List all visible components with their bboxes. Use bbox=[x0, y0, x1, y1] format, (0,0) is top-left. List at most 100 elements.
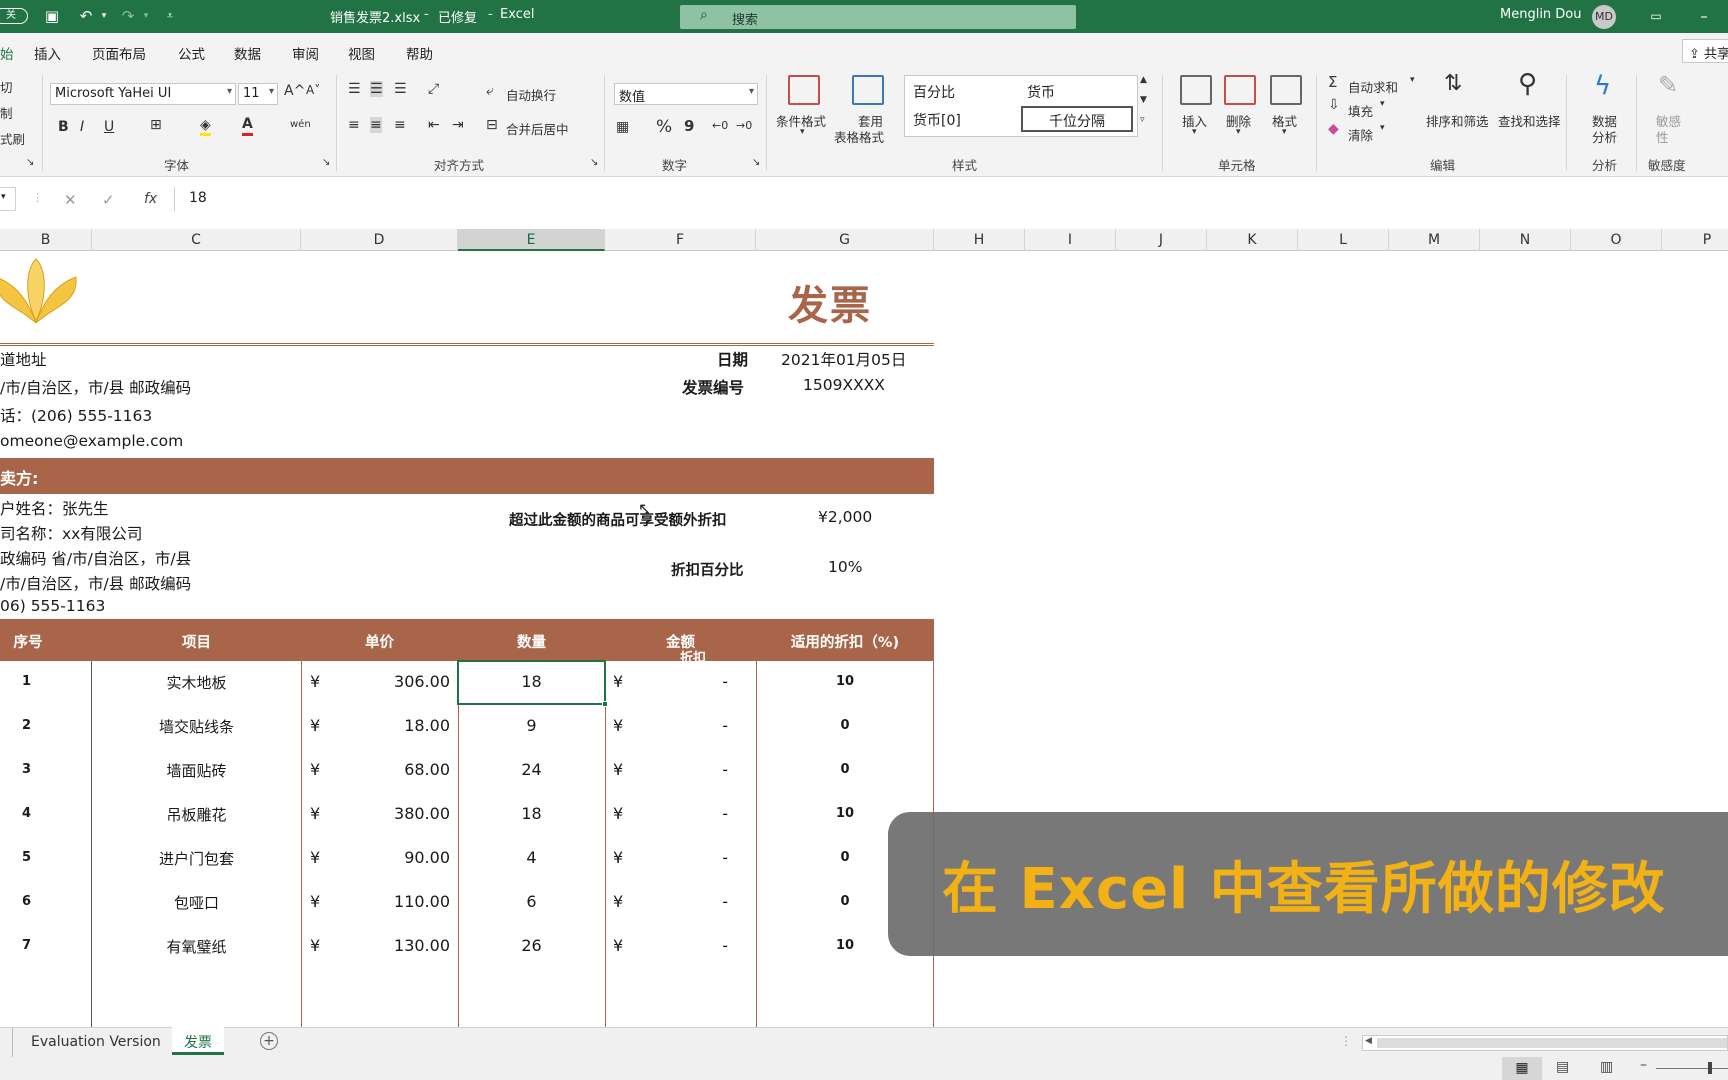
column-header-j[interactable]: J bbox=[1116, 229, 1207, 251]
phonetic-icon[interactable]: wén bbox=[290, 119, 311, 130]
name-box[interactable]: ▾ bbox=[0, 187, 16, 211]
increase-indent-icon[interactable]: ⇥ bbox=[452, 117, 464, 133]
sheet-tab-invoice[interactable]: 发票 bbox=[172, 1027, 224, 1055]
column-header-p[interactable]: P bbox=[1662, 229, 1728, 251]
format-painter-button[interactable]: 式刷 bbox=[0, 129, 25, 148]
user-name[interactable]: Menglin Dou bbox=[1500, 7, 1582, 22]
merge-center-icon[interactable]: ⊟ bbox=[486, 117, 498, 133]
sensitivity-button-b[interactable]: 性 bbox=[1656, 127, 1669, 146]
fill-button[interactable]: 填充 bbox=[1348, 101, 1373, 120]
align-bottom-icon[interactable]: ☰ bbox=[394, 81, 407, 97]
scroll-left-icon[interactable]: ◀ bbox=[1365, 1036, 1372, 1046]
column-header-e[interactable]: E bbox=[458, 229, 605, 251]
column-header-n[interactable]: N bbox=[1480, 229, 1571, 251]
bold-button[interactable]: B bbox=[58, 119, 69, 135]
alignment-launcher-icon[interactable]: ↘ bbox=[590, 157, 598, 168]
border-icon[interactable]: ⊞ bbox=[150, 117, 162, 133]
delete-cells-icon[interactable] bbox=[1224, 75, 1256, 105]
sort-filter-button[interactable]: 排序和筛选 bbox=[1426, 111, 1489, 130]
search-box[interactable]: ⌕ 搜索 bbox=[680, 5, 1076, 29]
align-top-icon[interactable]: ☰ bbox=[348, 81, 361, 97]
horizontal-scrollbar[interactable]: ◀ bbox=[1362, 1035, 1728, 1051]
gallery-scroll-down-icon[interactable]: ▼ bbox=[1140, 95, 1147, 105]
clear-button[interactable]: 清除 bbox=[1348, 125, 1373, 144]
sheet-tab-evaluation[interactable]: Evaluation Version bbox=[12, 1028, 162, 1057]
align-right-icon[interactable]: ≡ bbox=[394, 117, 406, 133]
wrap-text-icon[interactable]: ⤶ bbox=[486, 83, 494, 99]
copy-button[interactable]: 制 bbox=[0, 103, 13, 122]
column-header-g[interactable]: G bbox=[756, 229, 934, 251]
undo-dropdown-icon[interactable]: ▾ bbox=[94, 6, 114, 26]
autosum-icon[interactable]: Σ bbox=[1328, 73, 1337, 91]
grow-font-icon[interactable]: A^ bbox=[284, 83, 305, 99]
redo-dropdown-icon[interactable]: ▾ bbox=[136, 6, 156, 26]
underline-button[interactable]: U bbox=[104, 119, 114, 135]
tab-data[interactable]: 数据 bbox=[234, 43, 261, 63]
tab-review[interactable]: 审阅 bbox=[292, 43, 319, 63]
tab-insert[interactable]: 插入 bbox=[34, 43, 61, 63]
find-select-button[interactable]: 查找和选择 bbox=[1498, 111, 1561, 130]
zoom-out-icon[interactable]: – bbox=[1640, 1057, 1647, 1073]
font-launcher-icon[interactable]: ↘ bbox=[322, 157, 330, 168]
tab-formulas[interactable]: 公式 bbox=[178, 43, 205, 63]
font-color-button[interactable]: A bbox=[242, 116, 253, 136]
column-header-m[interactable]: M bbox=[1389, 229, 1480, 251]
cancel-icon[interactable]: ✕ bbox=[64, 191, 77, 209]
format-table-icon[interactable] bbox=[852, 75, 884, 105]
add-sheet-icon[interactable]: + bbox=[260, 1032, 278, 1050]
fill-color-icon[interactable]: ◈ bbox=[200, 117, 211, 136]
column-header-h[interactable]: H bbox=[934, 229, 1025, 251]
page-break-view-icon[interactable]: ▥ bbox=[1600, 1059, 1613, 1075]
enter-icon[interactable]: ✓ bbox=[102, 191, 115, 209]
shrink-font-icon[interactable]: A˅ bbox=[306, 83, 320, 97]
zoom-slider[interactable] bbox=[1656, 1062, 1728, 1074]
align-center-icon[interactable]: ≡ bbox=[370, 117, 382, 133]
align-left-icon[interactable]: ≡ bbox=[348, 117, 360, 133]
column-header-f[interactable]: F bbox=[605, 229, 756, 251]
increase-decimal-icon[interactable]: ←0 bbox=[712, 119, 728, 132]
autosave-toggle[interactable]: 关 bbox=[0, 8, 28, 24]
save-icon[interactable]: ▣ bbox=[42, 6, 62, 26]
column-header-i[interactable]: I bbox=[1025, 229, 1116, 251]
eraser-icon[interactable]: ◆ bbox=[1328, 121, 1339, 137]
style-percent[interactable]: 百分比 bbox=[913, 82, 955, 102]
column-header-d[interactable]: D bbox=[301, 229, 458, 251]
font-size-select[interactable]: 11 ▾ bbox=[238, 83, 278, 105]
zoom-slider-thumb[interactable] bbox=[1708, 1062, 1712, 1074]
autosum-button[interactable]: 自动求和 bbox=[1348, 77, 1398, 96]
tab-help[interactable]: 帮助 bbox=[406, 43, 433, 63]
tab-home[interactable]: 始 bbox=[0, 43, 14, 63]
analyze-data-icon[interactable]: ϟ bbox=[1594, 71, 1611, 101]
style-comma[interactable]: 千位分隔 bbox=[1021, 106, 1133, 132]
column-header-c[interactable]: C bbox=[92, 229, 301, 251]
redo-icon[interactable]: ↷ bbox=[118, 6, 138, 26]
customize-toolbar-icon[interactable]: ⩡ bbox=[160, 6, 180, 26]
format-table-button-b[interactable]: 表格格式 bbox=[834, 127, 884, 146]
italic-button[interactable]: I bbox=[80, 119, 84, 135]
decrease-indent-icon[interactable]: ⇤ bbox=[428, 117, 440, 133]
align-middle-icon[interactable]: ☰ bbox=[370, 81, 383, 97]
ribbon-display-icon[interactable]: ▭ bbox=[1646, 6, 1666, 26]
column-header-k[interactable]: K bbox=[1207, 229, 1298, 251]
decrease-decimal-icon[interactable]: →0 bbox=[736, 119, 752, 132]
column-header-o[interactable]: O bbox=[1571, 229, 1662, 251]
formula-input[interactable]: 18 bbox=[174, 187, 1728, 211]
percent-button[interactable]: % bbox=[656, 117, 672, 137]
number-launcher-icon[interactable]: ↘ bbox=[752, 157, 760, 168]
accounting-icon[interactable]: ▦ bbox=[616, 119, 629, 135]
gallery-more-icon[interactable]: ▿ bbox=[1140, 115, 1145, 125]
scrollbar-thumb[interactable] bbox=[1377, 1038, 1727, 1048]
style-currency[interactable]: 货币 bbox=[1027, 82, 1055, 102]
insert-cells-icon[interactable] bbox=[1180, 75, 1212, 105]
cut-button[interactable]: 切 bbox=[0, 77, 13, 96]
comma-button[interactable]: 9 bbox=[684, 117, 694, 135]
style-currency-0[interactable]: 货币[0] bbox=[913, 110, 961, 130]
insert-function-button[interactable]: fx bbox=[144, 191, 157, 207]
cell-styles-gallery[interactable]: 百分比 货币 货币[0] 千位分隔 bbox=[904, 75, 1138, 137]
clipboard-launcher-icon[interactable]: ↘ bbox=[26, 157, 34, 168]
font-name-select[interactable]: Microsoft YaHei UI ▾ bbox=[50, 83, 236, 105]
page-layout-view-icon[interactable]: ▤ bbox=[1556, 1059, 1569, 1075]
tab-view[interactable]: 视图 bbox=[348, 43, 375, 63]
wrap-text-button[interactable]: 自动换行 bbox=[506, 85, 556, 104]
share-button[interactable]: ⇪ 共享 bbox=[1682, 39, 1728, 63]
